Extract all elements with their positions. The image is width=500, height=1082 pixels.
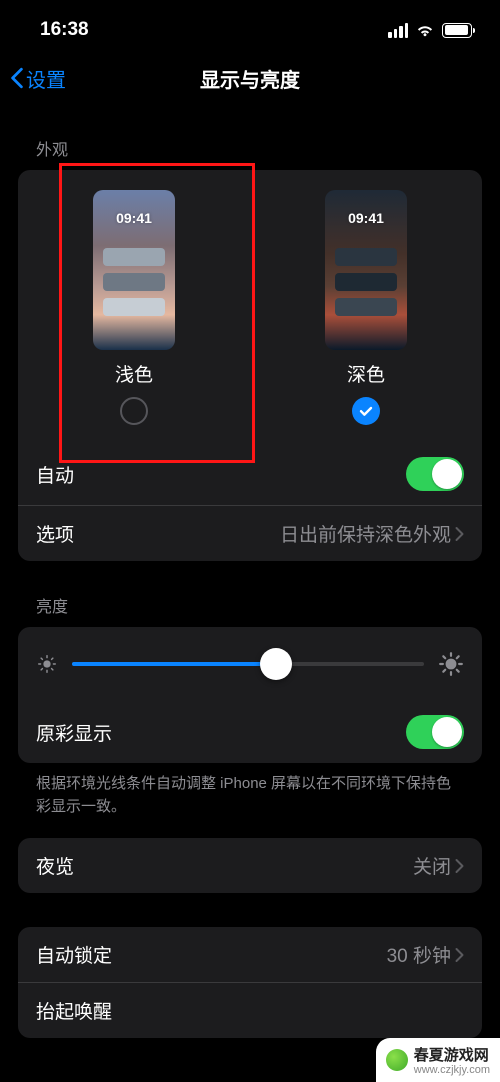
appearance-header: 外观 [0, 104, 500, 170]
options-label: 选项 [36, 520, 74, 547]
night-shift-card: 夜览 关闭 [18, 838, 482, 893]
appearance-picker: 09:41 浅色 09:41 深色 [18, 170, 482, 443]
light-preview: 09:41 [93, 190, 175, 350]
watermark-text: 春夏游戏网 [414, 1044, 490, 1065]
appearance-card: 09:41 浅色 09:41 深色 自动 选项 日出前保持深色外观 [18, 170, 482, 561]
sun-small-icon [36, 653, 58, 675]
light-label: 浅色 [115, 360, 153, 387]
auto-lock-label: 自动锁定 [36, 941, 112, 968]
status-bar: 16:38 [0, 0, 500, 52]
options-value: 日出前保持深色外观 [280, 520, 451, 547]
chevron-left-icon [10, 67, 24, 89]
back-button[interactable]: 设置 [10, 64, 66, 93]
slider-thumb[interactable] [260, 648, 292, 680]
appearance-options-row[interactable]: 选项 日出前保持深色外观 [18, 505, 482, 561]
night-shift-label: 夜览 [36, 852, 74, 879]
preview-notifications [335, 248, 397, 316]
checkmark-icon [358, 403, 374, 419]
preview-time: 09:41 [325, 210, 407, 226]
raise-to-wake-row: 抬起唤醒 [18, 982, 482, 1038]
back-label: 设置 [26, 64, 66, 93]
status-time: 16:38 [40, 19, 89, 41]
truetone-label: 原彩显示 [36, 719, 112, 746]
brightness-header: 亮度 [0, 561, 500, 627]
sun-large-icon [438, 651, 464, 677]
truetone-switch[interactable] [406, 715, 464, 749]
chevron-right-icon [455, 526, 464, 542]
watermark: 春夏游戏网 www.czjkjy.com [376, 1038, 500, 1082]
dark-preview: 09:41 [325, 190, 407, 350]
watermark-url: www.czjkjy.com [414, 1064, 490, 1076]
chevron-right-icon [455, 858, 464, 874]
preview-notifications [103, 248, 165, 316]
auto-lock-row[interactable]: 自动锁定 30 秒钟 [18, 927, 482, 982]
appearance-option-light[interactable]: 09:41 浅色 [18, 190, 250, 425]
auto-lock-value: 30 秒钟 [387, 941, 451, 968]
preview-time: 09:41 [93, 210, 175, 226]
page-title: 显示与亮度 [200, 64, 300, 93]
auto-appearance-row: 自动 [18, 443, 482, 505]
truetone-row: 原彩显示 [18, 701, 482, 763]
nav-header: 设置 显示与亮度 [0, 52, 500, 104]
brightness-card: 原彩显示 [18, 627, 482, 763]
chevron-right-icon [455, 947, 464, 963]
brightness-slider[interactable] [72, 649, 424, 679]
slider-fill [72, 662, 276, 666]
brightness-slider-row [18, 627, 482, 701]
watermark-logo-icon [386, 1049, 408, 1071]
lock-card: 自动锁定 30 秒钟 抬起唤醒 [18, 927, 482, 1038]
light-radio[interactable] [120, 397, 148, 425]
status-right [388, 23, 472, 38]
dark-label: 深色 [347, 360, 385, 387]
night-shift-value: 关闭 [413, 852, 451, 879]
raise-to-wake-label: 抬起唤醒 [36, 997, 112, 1024]
truetone-note: 根据环境光线条件自动调整 iPhone 屏幕以在不同环境下保持色彩显示一致。 [0, 763, 500, 826]
dark-radio[interactable] [352, 397, 380, 425]
night-shift-row[interactable]: 夜览 关闭 [18, 838, 482, 893]
cellular-icon [388, 23, 408, 38]
auto-label: 自动 [36, 461, 74, 488]
auto-appearance-switch[interactable] [406, 457, 464, 491]
appearance-option-dark[interactable]: 09:41 深色 [250, 190, 482, 425]
wifi-icon [415, 23, 435, 37]
battery-icon [442, 23, 472, 38]
